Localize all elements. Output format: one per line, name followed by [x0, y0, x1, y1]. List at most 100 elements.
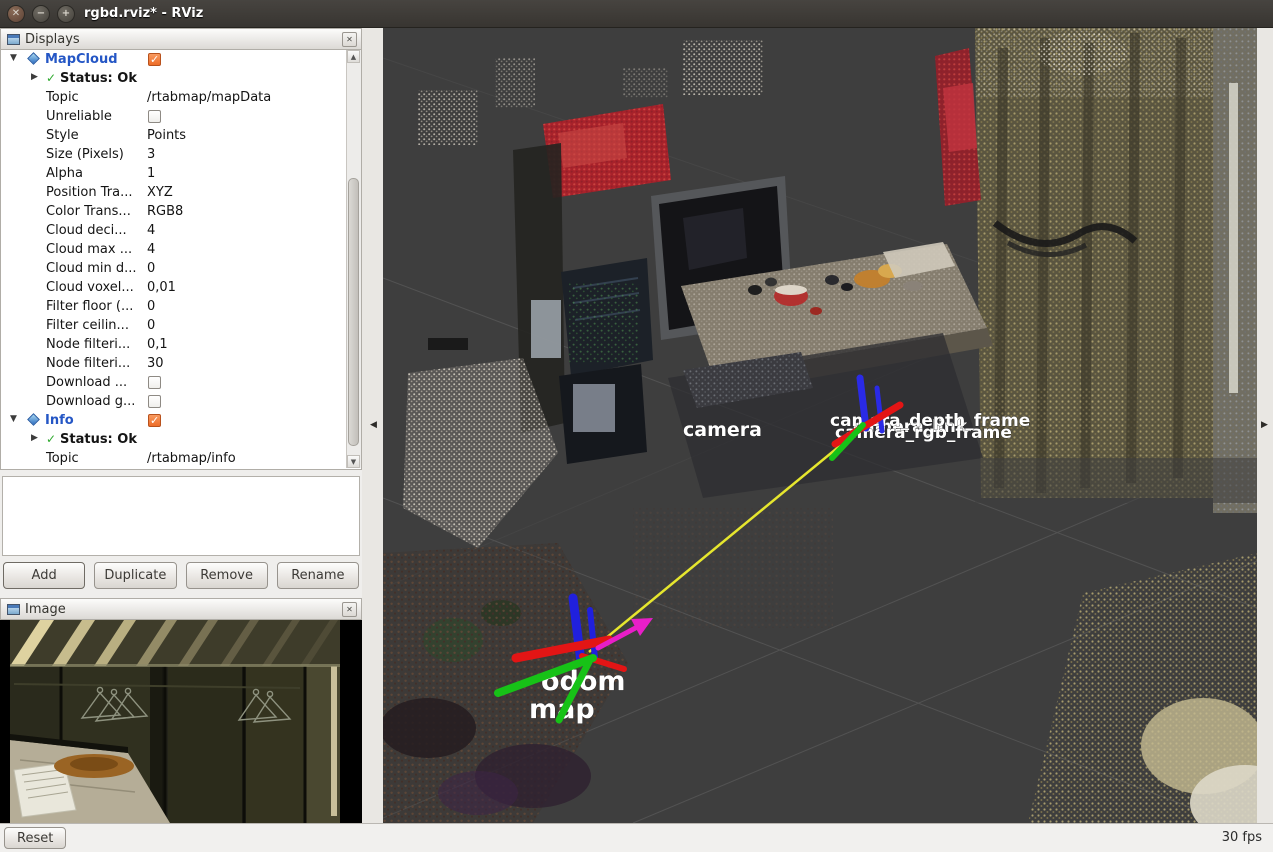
- tree-row-cloud-max[interactable]: Cloud max ... 4: [1, 240, 361, 259]
- tree-row-color-transformer[interactable]: Color Trans... RGB8: [1, 202, 361, 221]
- tree-row-style[interactable]: Style Points: [1, 126, 361, 145]
- splitter-left-icon[interactable]: ◀: [370, 420, 377, 430]
- tree-row-cloud-min[interactable]: Cloud min d... 0: [1, 259, 361, 278]
- property-value[interactable]: 0: [147, 261, 155, 276]
- property-checkbox[interactable]: [148, 110, 161, 123]
- panel-splitter-left[interactable]: ◀: [362, 28, 383, 823]
- point-cloud-curtain: [975, 28, 1257, 513]
- expand-arrow-icon[interactable]: ▶: [31, 433, 38, 443]
- property-name: Topic: [46, 451, 79, 466]
- tree-row-download-map[interactable]: Download ...: [1, 373, 361, 392]
- property-name: Color Trans...: [46, 204, 131, 219]
- property-name: Download ...: [46, 375, 128, 390]
- property-name: Cloud max ...: [46, 242, 133, 257]
- property-value[interactable]: 1: [147, 166, 155, 181]
- property-value[interactable]: XYZ: [147, 185, 173, 200]
- property-description-box: [2, 476, 360, 556]
- tree-row-cloud-voxel[interactable]: Cloud voxel... 0,01: [1, 278, 361, 297]
- tree-row-status-mapcloud[interactable]: ▶ ✓ Status: Ok: [1, 69, 361, 88]
- fps-counter: 30 fps: [1221, 830, 1262, 845]
- scroll-down-icon[interactable]: ▼: [347, 455, 360, 468]
- image-panel-header[interactable]: Image ✕: [0, 598, 362, 620]
- tree-scrollbar[interactable]: ▲ ▼: [346, 50, 361, 468]
- display-name: MapCloud: [45, 52, 118, 67]
- window-minimize-button[interactable]: −: [32, 5, 50, 23]
- status-label: Status: Ok: [60, 71, 137, 86]
- property-name: Filter floor (...: [46, 299, 134, 314]
- 3d-viewport[interactable]: camera camera_link camera_rgb_frame came…: [383, 28, 1257, 823]
- property-name: Node filteri...: [46, 356, 131, 371]
- scrollbar-thumb[interactable]: [348, 178, 359, 446]
- check-icon: ✓: [150, 53, 160, 66]
- property-value[interactable]: 3: [147, 147, 155, 162]
- property-name: Download g...: [46, 394, 136, 409]
- property-checkbox[interactable]: [148, 376, 161, 389]
- expand-arrow-icon[interactable]: ▶: [31, 72, 38, 82]
- expand-arrow-icon[interactable]: ▼: [10, 53, 17, 63]
- property-value[interactable]: /rtabmap/info: [147, 451, 236, 466]
- displays-panel-title: Displays: [25, 32, 80, 47]
- display-name: Info: [45, 413, 74, 428]
- tree-row-position-transformer[interactable]: Position Tra... XYZ: [1, 183, 361, 202]
- duplicate-button[interactable]: Duplicate: [94, 562, 177, 589]
- property-name: Cloud voxel...: [46, 280, 134, 295]
- scroll-up-icon[interactable]: ▲: [347, 50, 360, 63]
- tree-row-cloud-decimation[interactable]: Cloud deci... 4: [1, 221, 361, 240]
- panel-splitter-right[interactable]: ▶: [1257, 28, 1273, 823]
- property-value[interactable]: 0,1: [147, 337, 168, 352]
- tree-row-filter-ceiling[interactable]: Filter ceilin... 0: [1, 316, 361, 335]
- displays-panel-icon: [7, 34, 20, 45]
- tree-row-filter-floor[interactable]: Filter floor (... 0: [1, 297, 361, 316]
- image-close-icon[interactable]: ✕: [342, 602, 357, 617]
- property-checkbox[interactable]: [148, 395, 161, 408]
- window-close-button[interactable]: ✕: [7, 5, 25, 23]
- displays-tree[interactable]: ▼ MapCloud ✓ ▶ ✓ Status: Ok Topic /rtabm…: [0, 50, 362, 470]
- expand-arrow-icon[interactable]: ▼: [10, 414, 17, 424]
- property-value[interactable]: 4: [147, 223, 155, 238]
- tree-row-download-graph[interactable]: Download g...: [1, 392, 361, 411]
- property-name: Alpha: [46, 166, 83, 181]
- tree-row-info[interactable]: ▼ Info ✓: [1, 411, 361, 430]
- window-maximize-button[interactable]: +: [57, 5, 75, 23]
- property-name: Position Tra...: [46, 185, 133, 200]
- status-ok-icon: ✓: [46, 71, 57, 85]
- tree-row-topic-mapcloud[interactable]: Topic /rtabmap/mapData: [1, 88, 361, 107]
- property-name: Topic: [46, 90, 79, 105]
- property-value[interactable]: 0: [147, 318, 155, 333]
- light-stripes: [10, 620, 340, 667]
- property-name: Node filteri...: [46, 337, 131, 352]
- property-name: Filter ceilin...: [46, 318, 129, 333]
- left-panel-column: Displays ✕ ▼ MapCloud ✓ ▶ ✓ Status: Ok T…: [0, 28, 362, 823]
- property-value[interactable]: 4: [147, 242, 155, 257]
- enabled-checkbox[interactable]: ✓: [148, 53, 161, 66]
- tree-row-status-info[interactable]: ▶ ✓ Status: Ok: [1, 430, 361, 449]
- property-name: Unreliable: [46, 109, 112, 124]
- tree-row-alpha[interactable]: Alpha 1: [1, 164, 361, 183]
- add-button[interactable]: Add: [3, 562, 86, 589]
- tree-row-size[interactable]: Size (Pixels) 3: [1, 145, 361, 164]
- property-value[interactable]: /rtabmap/mapData: [147, 90, 271, 105]
- camera-image: [0, 620, 362, 823]
- tree-row-node-filtering-radius[interactable]: Node filteri... 0,1: [1, 335, 361, 354]
- tree-row-topic-info[interactable]: Topic /rtabmap/info: [1, 449, 361, 468]
- tree-row-node-filtering-angle[interactable]: Node filteri... 30: [1, 354, 361, 373]
- property-value[interactable]: RGB8: [147, 204, 183, 219]
- reset-button[interactable]: Reset: [4, 827, 67, 849]
- tree-row-mapcloud[interactable]: ▼ MapCloud ✓: [1, 50, 361, 69]
- enabled-checkbox[interactable]: ✓: [148, 414, 161, 427]
- displays-close-icon[interactable]: ✕: [342, 32, 357, 47]
- property-value[interactable]: 0: [147, 299, 155, 314]
- property-name: Cloud min d...: [46, 261, 137, 276]
- property-value[interactable]: 30: [147, 356, 164, 371]
- displays-panel-header[interactable]: Displays ✕: [0, 28, 362, 50]
- property-value[interactable]: 0,01: [147, 280, 176, 295]
- tree-row-unreliable[interactable]: Unreliable: [1, 107, 361, 126]
- remove-button[interactable]: Remove: [185, 562, 268, 589]
- tf-label-camera: camera: [683, 419, 762, 441]
- splitter-right-icon[interactable]: ▶: [1261, 420, 1268, 430]
- image-panel-title: Image: [25, 602, 66, 617]
- status-label: Status: Ok: [60, 432, 137, 447]
- rename-button[interactable]: Rename: [276, 562, 359, 589]
- titlebar: ✕ − + rgbd.rviz* - RViz: [0, 0, 1273, 28]
- property-value[interactable]: Points: [147, 128, 186, 143]
